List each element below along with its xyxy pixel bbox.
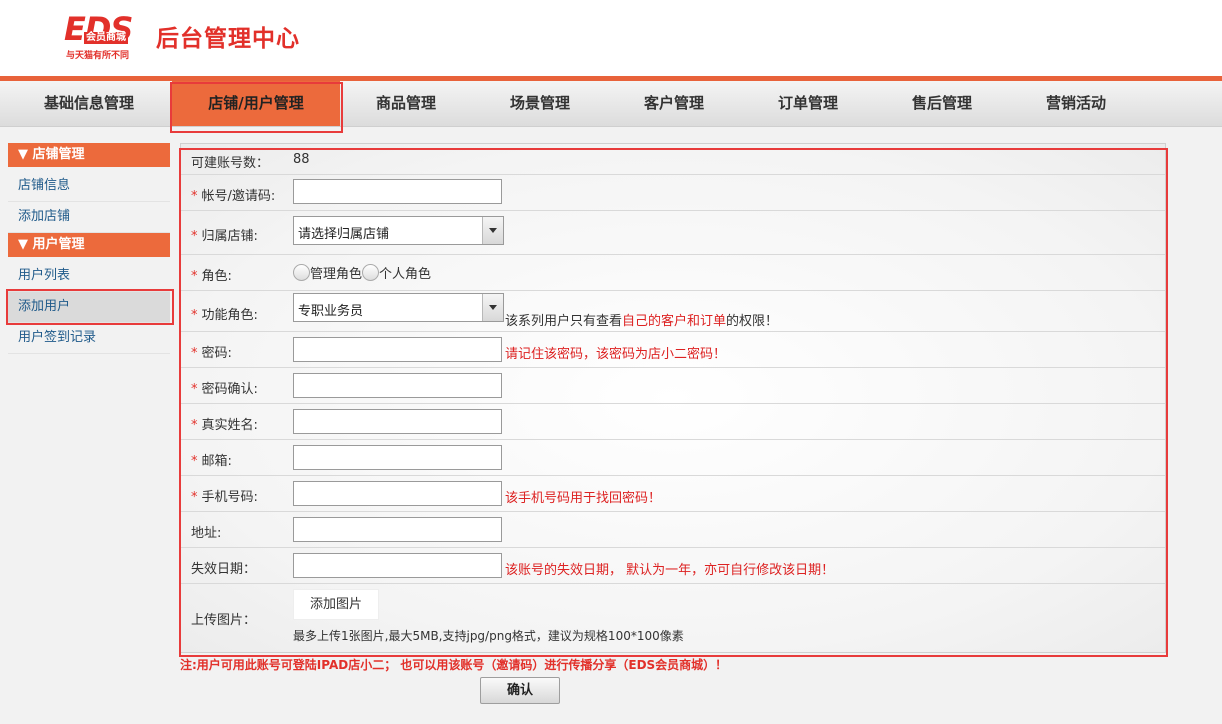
add-user-form: 可建账号数： 88 * 帐号/邀请码: * 归属店铺: 请选择归属店铺 * 角色: 管…: [180, 143, 1166, 653]
real-name-label: * 真实姓名:: [191, 414, 258, 433]
form-row-upload: 上传图片： 添加图片 最多上传1张图片,最大5MB,支持jpg/png格式，建议…: [181, 584, 1165, 651]
required-mark: *: [191, 490, 198, 505]
expire-label: 失效日期：: [191, 562, 257, 577]
function-role-select[interactable]: 专职业务员: [293, 293, 504, 322]
function-role-hint-post: 的权限！: [726, 314, 779, 329]
required-mark: *: [191, 229, 198, 244]
password-hint: 请记住该密码，该密码为店小二密码！: [505, 347, 727, 362]
logo-member-text: 会员商城: [84, 32, 128, 44]
logo-slogan: 与天猫有所不同: [66, 51, 130, 61]
role-label-text: 角色:: [201, 269, 232, 284]
required-mark: *: [191, 308, 198, 323]
form-row-password: * 密码: 请记住该密码，该密码为店小二密码！: [181, 332, 1165, 368]
store-select[interactable]: 请选择归属店铺: [293, 216, 504, 245]
nav-tab-orders[interactable]: 订单管理: [741, 81, 875, 126]
password-label-text: 密码:: [201, 346, 232, 361]
email-label-text: 邮箱:: [201, 454, 232, 469]
function-role-hint: 该系列用户只有查看自己的客户和订单的权限！: [505, 310, 778, 329]
password-confirm-label: * 密码确认:: [191, 378, 258, 397]
chevron-down-icon[interactable]: [482, 217, 503, 244]
form-row-quota: 可建账号数： 88: [181, 144, 1165, 175]
site-title: 后台管理中心: [156, 26, 300, 52]
store-select-value: 请选择归属店铺: [298, 227, 390, 242]
form-row-phone: * 手机号码: 该手机号码用于找回密码！: [181, 476, 1165, 512]
sidebar-item-user-checkin[interactable]: 用户签到记录: [8, 323, 170, 354]
account-input[interactable]: [293, 179, 502, 204]
add-image-button[interactable]: 添加图片: [293, 589, 379, 620]
required-mark: *: [191, 269, 198, 284]
store-label: * 归属店铺:: [191, 225, 258, 244]
sidebar-section-store[interactable]: ▼ 店铺管理: [8, 143, 170, 167]
page-header: EDS 会员商城 与天猫有所不同 后台管理中心: [0, 0, 1222, 76]
nav-tab-customers[interactable]: 客户管理: [607, 81, 741, 126]
account-label: * 帐号/邀请码:: [191, 185, 275, 204]
password-label: * 密码:: [191, 342, 232, 361]
password-input[interactable]: [293, 337, 502, 362]
form-row-role: * 角色: 管理角色 个人角色: [181, 255, 1165, 291]
function-role-label: * 功能角色:: [191, 304, 258, 323]
phone-label-text: 手机号码:: [201, 490, 258, 505]
footer-note: 注:用户可用此账号可登陆IPAD店小二； 也可以用该账号（邀请码）进行传播分享（…: [180, 658, 728, 672]
nav-tab-marketing[interactable]: 营销活动: [1009, 81, 1143, 126]
nav-tab-products[interactable]: 商品管理: [339, 81, 473, 126]
form-row-expire-date: 失效日期： 该账号的失效日期， 默认为一年，亦可自行修改该日期！: [181, 548, 1165, 584]
account-label-text: 帐号/邀请码:: [201, 189, 276, 204]
role-label: * 角色:: [191, 265, 232, 284]
address-input[interactable]: [293, 517, 502, 542]
expire-hint: 该账号的失效日期， 默认为一年，亦可自行修改该日期！: [505, 563, 835, 578]
function-role-hint-red: 自己的客户和订单: [622, 314, 727, 329]
function-role-label-text: 功能角色:: [201, 308, 258, 323]
confirm-button[interactable]: 确认: [480, 677, 560, 704]
phone-hint: 该手机号码用于找回密码！: [505, 491, 662, 506]
sidebar: ▼ 店铺管理 店铺信息 添加店铺 ▼ 用户管理 用户列表 添加用户 用户签到记录: [8, 143, 170, 354]
function-role-hint-pre: 该系列用户只有查看: [505, 314, 623, 329]
form-row-function-role: * 功能角色: 专职业务员 该系列用户只有查看自己的客户和订单的权限！: [181, 291, 1165, 332]
role-option-manage[interactable]: 管理角色: [310, 267, 362, 282]
phone-label: * 手机号码:: [191, 486, 258, 505]
form-row-store: * 归属店铺: 请选择归属店铺: [181, 211, 1165, 255]
nav-tab-after-sales[interactable]: 售后管理: [875, 81, 1009, 126]
nav-tab-basic-info[interactable]: 基础信息管理: [22, 81, 156, 126]
chevron-down-icon[interactable]: [482, 294, 503, 321]
form-row-email: * 邮箱:: [181, 440, 1165, 476]
email-input[interactable]: [293, 445, 502, 470]
upload-label: 上传图片：: [191, 613, 257, 628]
sidebar-section-user[interactable]: ▼ 用户管理: [8, 233, 170, 257]
required-mark: *: [191, 189, 198, 204]
required-mark: *: [191, 454, 198, 469]
required-mark: *: [191, 418, 198, 433]
form-row-address: 地址:: [181, 512, 1165, 548]
real-name-label-text: 真实姓名:: [201, 418, 258, 433]
form-row-account: * 帐号/邀请码:: [181, 175, 1165, 211]
upload-note: 最多上传1张图片,最大5MB,支持jpg/png格式，建议为规格100*100像…: [293, 629, 684, 643]
sidebar-item-add-store[interactable]: 添加店铺: [8, 202, 170, 233]
radio-personal-role[interactable]: [362, 264, 380, 281]
store-label-text: 归属店铺:: [201, 229, 258, 244]
real-name-input[interactable]: [293, 409, 502, 434]
address-label: 地址:: [191, 526, 222, 541]
quota-label: 可建账号数：: [191, 156, 270, 171]
role-option-personal[interactable]: 个人角色: [379, 267, 431, 282]
phone-input[interactable]: [293, 481, 502, 506]
required-mark: *: [191, 346, 198, 361]
sidebar-item-store-info[interactable]: 店铺信息: [8, 171, 170, 202]
quota-value: 88: [293, 152, 310, 167]
main-nav: 基础信息管理 店铺/用户管理 商品管理 场景管理 客户管理 订单管理 售后管理 …: [0, 81, 1222, 127]
sidebar-item-add-user[interactable]: 添加用户: [8, 292, 170, 323]
nav-tab-scenes[interactable]: 场景管理: [473, 81, 607, 126]
password-confirm-input[interactable]: [293, 373, 502, 398]
required-mark: *: [191, 382, 198, 397]
nav-tab-store-user[interactable]: 店铺/用户管理: [172, 81, 340, 126]
role-options: 管理角色 个人角色: [293, 263, 431, 282]
form-row-real-name: * 真实姓名:: [181, 404, 1165, 440]
function-role-select-value: 专职业务员: [298, 304, 364, 319]
password-confirm-label-text: 密码确认:: [201, 382, 258, 397]
radio-manage-role[interactable]: [293, 264, 310, 281]
expire-date-input[interactable]: [293, 553, 502, 578]
email-label: * 邮箱:: [191, 450, 232, 469]
eds-logo[interactable]: EDS 会员商城 与天猫有所不同: [64, 12, 154, 62]
sidebar-item-user-list[interactable]: 用户列表: [8, 261, 170, 292]
form-row-password-confirm: * 密码确认:: [181, 368, 1165, 404]
